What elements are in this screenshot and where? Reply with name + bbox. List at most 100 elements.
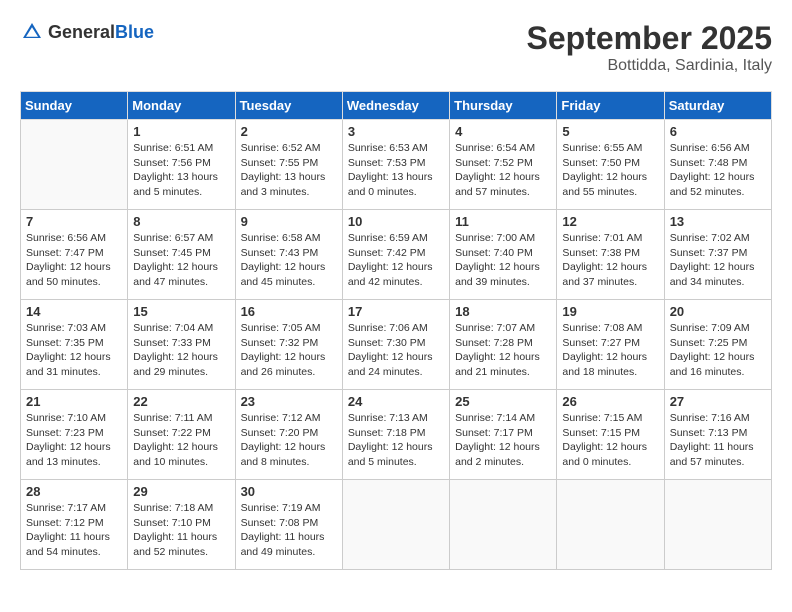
- calendar-cell: 25 Sunrise: 7:14 AM Sunset: 7:17 PM Dayli…: [450, 390, 557, 480]
- day-number: 18: [455, 304, 551, 319]
- day-number: 22: [133, 394, 229, 409]
- day-number: 30: [241, 484, 337, 499]
- day-info: Sunrise: 7:15 AM Sunset: 7:15 PM Dayligh…: [562, 411, 658, 470]
- day-info: Sunrise: 7:09 AM Sunset: 7:25 PM Dayligh…: [670, 321, 766, 380]
- calendar-cell: 29 Sunrise: 7:18 AM Sunset: 7:10 PM Dayli…: [128, 480, 235, 570]
- day-info: Sunrise: 6:54 AM Sunset: 7:52 PM Dayligh…: [455, 141, 551, 200]
- calendar-cell: 21 Sunrise: 7:10 AM Sunset: 7:23 PM Dayli…: [21, 390, 128, 480]
- weekday-header-row: SundayMondayTuesdayWednesdayThursdayFrid…: [21, 92, 772, 120]
- day-info: Sunrise: 6:55 AM Sunset: 7:50 PM Dayligh…: [562, 141, 658, 200]
- calendar-cell: 20 Sunrise: 7:09 AM Sunset: 7:25 PM Dayli…: [664, 300, 771, 390]
- calendar-cell: 13 Sunrise: 7:02 AM Sunset: 7:37 PM Dayli…: [664, 210, 771, 300]
- logo-icon: [20, 20, 44, 44]
- calendar-cell: 28 Sunrise: 7:17 AM Sunset: 7:12 PM Dayli…: [21, 480, 128, 570]
- day-info: Sunrise: 7:18 AM Sunset: 7:10 PM Dayligh…: [133, 501, 229, 560]
- weekday-header-thursday: Thursday: [450, 92, 557, 120]
- calendar-week-1: 1 Sunrise: 6:51 AM Sunset: 7:56 PM Daylig…: [21, 120, 772, 210]
- day-number: 16: [241, 304, 337, 319]
- calendar-cell: 27 Sunrise: 7:16 AM Sunset: 7:13 PM Dayli…: [664, 390, 771, 480]
- calendar-cell: 15 Sunrise: 7:04 AM Sunset: 7:33 PM Dayli…: [128, 300, 235, 390]
- logo-blue-text: Blue: [115, 22, 154, 42]
- day-info: Sunrise: 7:10 AM Sunset: 7:23 PM Dayligh…: [26, 411, 122, 470]
- day-info: Sunrise: 6:53 AM Sunset: 7:53 PM Dayligh…: [348, 141, 444, 200]
- day-info: Sunrise: 7:06 AM Sunset: 7:30 PM Dayligh…: [348, 321, 444, 380]
- calendar-week-2: 7 Sunrise: 6:56 AM Sunset: 7:47 PM Daylig…: [21, 210, 772, 300]
- day-number: 27: [670, 394, 766, 409]
- calendar-cell: [664, 480, 771, 570]
- day-number: 9: [241, 214, 337, 229]
- day-number: 23: [241, 394, 337, 409]
- day-info: Sunrise: 7:14 AM Sunset: 7:17 PM Dayligh…: [455, 411, 551, 470]
- day-number: 17: [348, 304, 444, 319]
- calendar-week-4: 21 Sunrise: 7:10 AM Sunset: 7:23 PM Dayli…: [21, 390, 772, 480]
- day-info: Sunrise: 7:01 AM Sunset: 7:38 PM Dayligh…: [562, 231, 658, 290]
- day-info: Sunrise: 6:52 AM Sunset: 7:55 PM Dayligh…: [241, 141, 337, 200]
- weekday-header-monday: Monday: [128, 92, 235, 120]
- day-info: Sunrise: 6:56 AM Sunset: 7:47 PM Dayligh…: [26, 231, 122, 290]
- day-number: 7: [26, 214, 122, 229]
- day-number: 24: [348, 394, 444, 409]
- calendar-cell: 26 Sunrise: 7:15 AM Sunset: 7:15 PM Dayli…: [557, 390, 664, 480]
- day-number: 4: [455, 124, 551, 139]
- day-number: 8: [133, 214, 229, 229]
- weekday-header-friday: Friday: [557, 92, 664, 120]
- day-number: 5: [562, 124, 658, 139]
- month-title: September 2025: [527, 20, 772, 57]
- calendar-cell: 18 Sunrise: 7:07 AM Sunset: 7:28 PM Dayli…: [450, 300, 557, 390]
- calendar-cell: 6 Sunrise: 6:56 AM Sunset: 7:48 PM Daylig…: [664, 120, 771, 210]
- title-block: September 2025 Bottidda, Sardinia, Italy: [527, 20, 772, 75]
- day-info: Sunrise: 7:02 AM Sunset: 7:37 PM Dayligh…: [670, 231, 766, 290]
- calendar-cell: 3 Sunrise: 6:53 AM Sunset: 7:53 PM Daylig…: [342, 120, 449, 210]
- day-number: 3: [348, 124, 444, 139]
- calendar-cell: 24 Sunrise: 7:13 AM Sunset: 7:18 PM Dayli…: [342, 390, 449, 480]
- day-number: 28: [26, 484, 122, 499]
- calendar-cell: [21, 120, 128, 210]
- day-number: 6: [670, 124, 766, 139]
- calendar-cell: 17 Sunrise: 7:06 AM Sunset: 7:30 PM Dayli…: [342, 300, 449, 390]
- day-info: Sunrise: 7:13 AM Sunset: 7:18 PM Dayligh…: [348, 411, 444, 470]
- day-info: Sunrise: 7:08 AM Sunset: 7:27 PM Dayligh…: [562, 321, 658, 380]
- calendar-cell: 9Sunrise: 6:58 AM Sunset: 7:43 PM Daylig…: [235, 210, 342, 300]
- day-info: Sunrise: 7:04 AM Sunset: 7:33 PM Dayligh…: [133, 321, 229, 380]
- calendar-cell: 7 Sunrise: 6:56 AM Sunset: 7:47 PM Daylig…: [21, 210, 128, 300]
- day-number: 29: [133, 484, 229, 499]
- day-number: 15: [133, 304, 229, 319]
- day-number: 11: [455, 214, 551, 229]
- day-info: Sunrise: 7:11 AM Sunset: 7:22 PM Dayligh…: [133, 411, 229, 470]
- day-number: 14: [26, 304, 122, 319]
- calendar-week-5: 28 Sunrise: 7:17 AM Sunset: 7:12 PM Dayli…: [21, 480, 772, 570]
- calendar-cell: 14Sunrise: 7:03 AM Sunset: 7:35 PM Dayli…: [21, 300, 128, 390]
- calendar-cell: [557, 480, 664, 570]
- day-info: Sunrise: 7:07 AM Sunset: 7:28 PM Dayligh…: [455, 321, 551, 380]
- day-info: Sunrise: 7:16 AM Sunset: 7:13 PM Dayligh…: [670, 411, 766, 470]
- logo: GeneralBlue: [20, 20, 154, 44]
- day-number: 1: [133, 124, 229, 139]
- day-info: Sunrise: 7:19 AM Sunset: 7:08 PM Dayligh…: [241, 501, 337, 560]
- day-number: 20: [670, 304, 766, 319]
- day-number: 26: [562, 394, 658, 409]
- day-info: Sunrise: 7:12 AM Sunset: 7:20 PM Dayligh…: [241, 411, 337, 470]
- location-subtitle: Bottidda, Sardinia, Italy: [527, 57, 772, 75]
- day-info: Sunrise: 6:51 AM Sunset: 7:56 PM Dayligh…: [133, 141, 229, 200]
- page-header: GeneralBlue September 2025 Bottidda, Sar…: [20, 20, 772, 75]
- weekday-header-tuesday: Tuesday: [235, 92, 342, 120]
- calendar-week-3: 14Sunrise: 7:03 AM Sunset: 7:35 PM Dayli…: [21, 300, 772, 390]
- day-info: Sunrise: 6:59 AM Sunset: 7:42 PM Dayligh…: [348, 231, 444, 290]
- day-number: 21: [26, 394, 122, 409]
- weekday-header-saturday: Saturday: [664, 92, 771, 120]
- day-number: 19: [562, 304, 658, 319]
- calendar-cell: 2Sunrise: 6:52 AM Sunset: 7:55 PM Daylig…: [235, 120, 342, 210]
- day-info: Sunrise: 6:56 AM Sunset: 7:48 PM Dayligh…: [670, 141, 766, 200]
- calendar-cell: 4 Sunrise: 6:54 AM Sunset: 7:52 PM Daylig…: [450, 120, 557, 210]
- day-info: Sunrise: 7:17 AM Sunset: 7:12 PM Dayligh…: [26, 501, 122, 560]
- calendar-cell: 19 Sunrise: 7:08 AM Sunset: 7:27 PM Dayli…: [557, 300, 664, 390]
- calendar-cell: 16 Sunrise: 7:05 AM Sunset: 7:32 PM Dayli…: [235, 300, 342, 390]
- calendar-cell: 1 Sunrise: 6:51 AM Sunset: 7:56 PM Daylig…: [128, 120, 235, 210]
- day-info: Sunrise: 7:05 AM Sunset: 7:32 PM Dayligh…: [241, 321, 337, 380]
- day-info: Sunrise: 6:57 AM Sunset: 7:45 PM Dayligh…: [133, 231, 229, 290]
- day-number: 13: [670, 214, 766, 229]
- day-number: 25: [455, 394, 551, 409]
- calendar-cell: [450, 480, 557, 570]
- calendar-cell: 12Sunrise: 7:01 AM Sunset: 7:38 PM Dayli…: [557, 210, 664, 300]
- calendar-cell: 30 Sunrise: 7:19 AM Sunset: 7:08 PM Dayli…: [235, 480, 342, 570]
